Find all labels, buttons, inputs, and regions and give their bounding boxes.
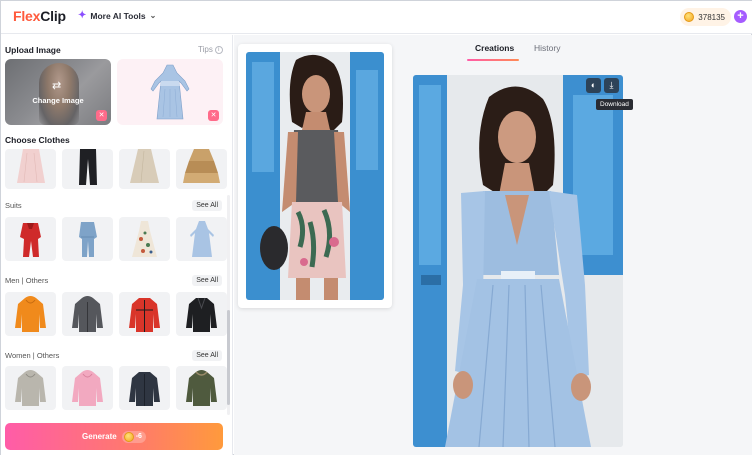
tips-label: Tips — [198, 45, 213, 54]
coin-icon — [123, 431, 134, 442]
grey-jacket-image — [72, 296, 103, 332]
add-credits-button[interactable]: + — [734, 10, 747, 23]
delete-person-button[interactable]: ✕ — [96, 110, 107, 121]
clothes-thumb[interactable] — [119, 149, 170, 189]
clothes-thumb[interactable] — [119, 292, 170, 336]
clothes-thumb[interactable] — [5, 292, 56, 336]
ruffle-skirt-image — [183, 149, 220, 183]
see-all-women-button[interactable]: See All — [192, 350, 222, 361]
tab-creations[interactable]: Creations — [475, 43, 514, 53]
chevron-down-icon: ⌄ — [149, 11, 157, 20]
navy-jacket-image — [129, 372, 160, 406]
logo-text-flex: Flex — [13, 8, 41, 24]
swap-icon: ⇄ — [52, 80, 62, 92]
clothes-thumb[interactable] — [62, 149, 113, 189]
upload-image-title: Upload Image — [5, 45, 61, 55]
orange-hoodie-image — [15, 296, 46, 332]
denim-set-image — [79, 222, 97, 257]
clothes-thumb[interactable] — [62, 292, 113, 336]
source-model-image — [246, 52, 384, 300]
red-suit-image — [20, 223, 41, 257]
download-button[interactable]: ⤓ — [604, 78, 619, 93]
clothes-thumb[interactable] — [5, 366, 56, 410]
more-ai-tools-menu[interactable]: ✦ More AI Tools ⌄ — [78, 10, 156, 21]
clothes-thumb[interactable] — [119, 366, 170, 410]
tab-history[interactable]: History — [534, 43, 560, 53]
left-panel: Upload Image Tips i ⇄ Change Image ✕ ✕ C… — [1, 35, 233, 455]
credits-count: 378135 — [698, 12, 725, 22]
clothes-thumb[interactable] — [119, 217, 170, 261]
source-photo-card — [238, 44, 392, 308]
compare-button[interactable]: ◐ — [586, 78, 601, 93]
pink-hoodie-image — [72, 370, 103, 406]
green-parka-image — [186, 370, 217, 406]
clothes-thumb[interactable] — [5, 217, 56, 261]
generate-button[interactable]: Generate -6 — [5, 423, 223, 450]
black-leather-jacket-image — [186, 297, 217, 332]
person-preview-blurred — [39, 63, 79, 125]
app-window: FlexClip ✦ More AI Tools ⌄ 378135 + Uplo… — [0, 0, 752, 455]
generate-cost: -6 — [135, 433, 142, 440]
result-model-image — [413, 75, 623, 447]
clothes-row-men — [5, 292, 227, 336]
generate-cost-badge: -6 — [121, 430, 146, 443]
uploaded-clothes-image[interactable]: ✕ — [117, 59, 223, 125]
black-pants-image — [79, 149, 97, 185]
logo-text-clip: Clip — [40, 8, 66, 24]
generate-label: Generate — [82, 432, 117, 441]
uploaded-person-image[interactable]: ⇄ Change Image ✕ — [5, 59, 111, 125]
change-image-label: Change Image — [32, 96, 84, 105]
blue-dress-thumb-image — [190, 221, 214, 257]
beige-skirt-image — [130, 149, 159, 183]
clothes-row-suits — [5, 217, 227, 261]
download-tooltip: Download — [596, 99, 633, 110]
clothes-row-top — [5, 149, 227, 189]
clothes-thumb[interactable] — [62, 217, 113, 261]
pink-skirt-image — [17, 149, 45, 183]
source-photo — [246, 52, 384, 300]
clothes-thumb[interactable] — [176, 149, 227, 189]
grey-hoodie-image — [15, 370, 46, 406]
top-bar: FlexClip ✦ More AI Tools ⌄ 378135 + — [1, 1, 752, 34]
flexclip-logo[interactable]: FlexClip — [13, 8, 66, 24]
more-ai-tools-label: More AI Tools — [90, 10, 146, 21]
sparkle-icon: ✦ — [78, 10, 87, 21]
tips-link[interactable]: Tips i — [198, 45, 223, 54]
coin-icon — [684, 12, 695, 22]
see-all-men-button[interactable]: See All — [192, 275, 222, 286]
scrollbar-thumb[interactable] — [227, 310, 230, 405]
section-label-suits: Suits — [5, 201, 22, 210]
see-all-suits-button[interactable]: See All — [192, 200, 222, 211]
clothes-row-women — [5, 366, 227, 410]
section-label-women-others: Women | Others — [5, 351, 60, 360]
clothes-thumb[interactable] — [176, 366, 227, 410]
choose-clothes-title: Choose Clothes — [5, 135, 70, 145]
floral-dress-image — [132, 221, 157, 257]
generated-result-image — [413, 75, 623, 447]
info-icon: i — [214, 45, 223, 54]
credits-badge[interactable]: 378135 — [680, 8, 731, 26]
red-puffer-image — [129, 298, 160, 332]
clothes-thumb[interactable] — [176, 217, 227, 261]
section-label-men-others: Men | Others — [5, 276, 49, 285]
clothes-thumb[interactable] — [62, 366, 113, 410]
clothes-thumb[interactable] — [5, 149, 56, 189]
delete-clothes-button[interactable]: ✕ — [208, 110, 219, 121]
clothes-thumb[interactable] — [176, 292, 227, 336]
active-tab-indicator — [467, 59, 519, 61]
